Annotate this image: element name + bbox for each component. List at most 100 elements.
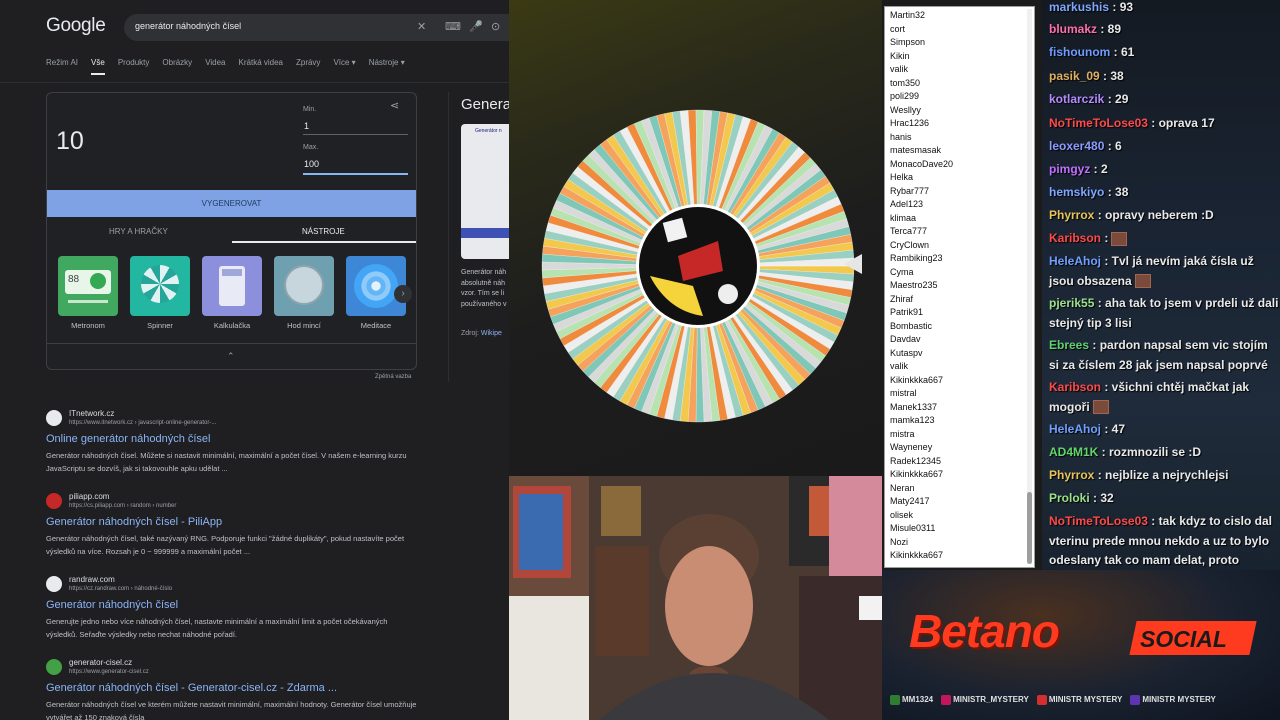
- chat-username[interactable]: Ebrees: [1049, 338, 1089, 352]
- result-url[interactable]: https://cs.piliapp.com › random › number: [69, 503, 176, 509]
- chat-username[interactable]: kotlarczik: [1049, 92, 1104, 106]
- source-link[interactable]: Wikipe: [481, 330, 502, 337]
- entry-name: Cyma: [890, 266, 914, 277]
- tab-more[interactable]: Více ▾: [333, 58, 355, 67]
- tool-metronome[interactable]: 88 Metronom: [58, 256, 118, 330]
- tab-all[interactable]: Vše: [91, 58, 105, 75]
- tab-products[interactable]: Produkty: [118, 58, 150, 67]
- tab-games-toys[interactable]: HRY A HRAČKY: [109, 227, 168, 236]
- entry-name: mistral: [890, 388, 917, 398]
- scrollbar-track[interactable]: [1027, 9, 1032, 564]
- chat-username[interactable]: Karibson: [1049, 380, 1101, 394]
- panel-description: Generátor náh absolutně náh vzor. Tím se…: [461, 268, 509, 310]
- feedback-link[interactable]: Zpětná vazba: [375, 374, 411, 380]
- max-input[interactable]: 100: [304, 159, 319, 169]
- chat-username[interactable]: blumakz: [1049, 22, 1097, 36]
- tool-carousel: 88 Metronom Spinner Kalkulačka Hod mincí: [58, 256, 406, 330]
- result-title-link[interactable]: Generátor náhodných čísel - Generator-ci…: [46, 682, 337, 694]
- tab-images[interactable]: Obrázky: [162, 58, 192, 67]
- clear-icon[interactable]: ✕: [417, 20, 426, 34]
- chat-username[interactable]: Karibson: [1049, 231, 1101, 245]
- tool-label: Meditace: [360, 321, 392, 330]
- scrollbar-thumb[interactable]: [1027, 492, 1032, 564]
- chat-username[interactable]: Phyrrox: [1049, 468, 1094, 482]
- min-input[interactable]: 1: [304, 121, 309, 131]
- result-title-link[interactable]: Generátor náhodných čísel: [46, 599, 178, 611]
- tool-coin-flip[interactable]: Hod mincí: [274, 256, 334, 330]
- metronome-bpm: 88: [68, 274, 80, 285]
- tool-label: Spinner: [147, 321, 173, 330]
- lens-icon[interactable]: ⊙: [491, 20, 500, 34]
- entry-name: Helka: [890, 172, 914, 182]
- result-url[interactable]: https://www.generator-cisel.cz: [69, 669, 149, 675]
- tab-tools[interactable]: Nástroje ▾: [369, 58, 405, 67]
- entry-name: Radek12345: [890, 455, 942, 466]
- chat-username[interactable]: pimgyz: [1049, 162, 1090, 176]
- result-site[interactable]: ITnetwork.cz: [69, 409, 114, 418]
- chat-message: Ebrees : pardon napsal sem vic stojím si…: [1049, 336, 1279, 375]
- chat-username[interactable]: hemskiyo: [1049, 185, 1104, 199]
- site-favicon-icon: [46, 659, 62, 675]
- chevron-right-icon[interactable]: ›: [394, 285, 412, 303]
- tab-ai-mode[interactable]: Režim AI: [46, 58, 78, 67]
- tool-calculator[interactable]: Kalkulačka: [202, 256, 262, 330]
- chat-username[interactable]: Phyrrox: [1049, 208, 1094, 222]
- x-handle: MM1324: [890, 695, 933, 705]
- social-label: SOCIAL: [1140, 626, 1227, 652]
- result-site[interactable]: generator-cisel.cz: [69, 658, 132, 667]
- result-url[interactable]: https://www.itnetwork.cz › javascript-on…: [69, 420, 216, 426]
- chat-message: Phyrrox : opravy neberem :D: [1049, 206, 1279, 226]
- entries-textarea[interactable]: Martin32 cort Simpson Kikin valik tom350 poli2…: [884, 6, 1035, 568]
- tab-tools-widget[interactable]: NÁSTROJE: [302, 227, 345, 236]
- result-site[interactable]: piliapp.com: [69, 492, 109, 501]
- entry-name: Wayneney: [890, 442, 933, 452]
- tab-short-videos[interactable]: Krátká videa: [239, 58, 283, 67]
- result-snippet: Generátor náhodných čísel. Můžete si nas…: [46, 451, 407, 473]
- panel-thumbnail[interactable]: Generátor n: [461, 124, 509, 259]
- entry-name: Patrik91: [890, 307, 924, 317]
- result-title-link[interactable]: Online generátor náhodných čísel: [46, 433, 211, 445]
- search-box[interactable]: generátor náhodných čísel ✕ ⌨ 🎤 ⊙: [124, 14, 509, 41]
- thumb-bar: [461, 228, 509, 238]
- chevron-up-icon[interactable]: ⌃: [227, 351, 235, 362]
- chat-username[interactable]: Proloki: [1049, 491, 1090, 505]
- search-input[interactable]: generátor náhodných čísel: [135, 21, 241, 31]
- result-title-link[interactable]: Generátor náhodných čísel - PiliApp: [46, 516, 222, 528]
- chat-username[interactable]: markushis: [1049, 0, 1109, 14]
- chat-message: AD4M1K : rozmnozili se :D: [1049, 443, 1279, 463]
- chat-username[interactable]: pasik_09: [1049, 69, 1100, 83]
- chat-username[interactable]: AD4M1K: [1049, 445, 1098, 459]
- tab-news[interactable]: Zprávy: [296, 58, 320, 67]
- chat-text: : 6: [1104, 139, 1122, 153]
- chat-text: : nejblize a nejrychlejsi: [1094, 468, 1229, 482]
- chat-username[interactable]: HeleAhoj: [1049, 254, 1101, 268]
- result-url[interactable]: https://cz.randraw.com › náhodné-číslo: [69, 586, 172, 592]
- instagram-handle: MINISTR_MYSTERY: [941, 695, 1029, 705]
- entry-name: tom350: [890, 77, 921, 88]
- entry-name: Manek1337: [890, 401, 938, 412]
- chat-username[interactable]: leoxer480: [1049, 139, 1104, 153]
- chat-text: : 38: [1104, 185, 1129, 199]
- tool-label: Kalkulačka: [213, 321, 251, 330]
- entry-name: Zhiraf: [890, 293, 914, 304]
- tool-spinner[interactable]: Spinner: [130, 256, 190, 330]
- google-logo[interactable]: Google: [46, 15, 106, 37]
- search-result: generator-cisel.cz https://www.generator-…: [46, 657, 418, 720]
- share-icon[interactable]: ⋖: [390, 99, 399, 112]
- microphone-icon[interactable]: 🎤: [469, 20, 483, 34]
- entry-name: poli299: [890, 91, 920, 101]
- generate-button[interactable]: VYGENEROVAT: [47, 190, 416, 217]
- chat-username[interactable]: fishounom: [1049, 45, 1110, 59]
- chat-username[interactable]: pjerik55: [1049, 296, 1094, 310]
- panel-title: Genera: [461, 96, 509, 113]
- keyboard-icon[interactable]: ⌨: [445, 20, 461, 34]
- spin-wheel[interactable]: [540, 108, 856, 424]
- result-site[interactable]: randraw.com: [69, 575, 115, 584]
- tab-videos[interactable]: Videa: [205, 58, 225, 67]
- chat-username[interactable]: NoTimeToLose03: [1049, 116, 1148, 130]
- x-icon: [890, 695, 900, 705]
- chat-username[interactable]: NoTimeToLose03: [1049, 514, 1148, 528]
- tool-label: Metronom: [71, 321, 105, 330]
- twitch-icon: [1130, 695, 1141, 705]
- chat-username[interactable]: HeleAhoj: [1049, 422, 1101, 436]
